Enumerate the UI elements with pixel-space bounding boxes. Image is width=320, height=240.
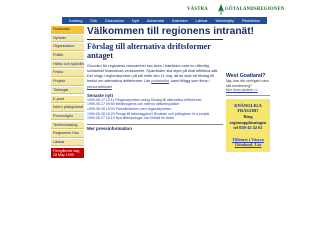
logo-text-left: VÄSTRA	[187, 7, 208, 12]
press-info-link[interactable]: Mer pressinformation	[87, 126, 223, 131]
sidebar: Startsidan Nyheter Organisation Politik …	[51, 26, 84, 159]
sidebar-item-telefonkatalog[interactable]: Telefonkatalog	[51, 121, 84, 130]
nav-lankar[interactable]: Länkar	[196, 18, 208, 23]
logo-emblem-icon	[218, 4, 224, 15]
sidebar-item-frisko[interactable]: Frisko	[51, 69, 84, 77]
sidebar-item-startsidan[interactable]: Startsidan	[51, 26, 84, 34]
sidebar-item-organisation[interactable]: Organisation	[51, 43, 84, 51]
previous-day-link[interactable]: Föregående dag 28 May 1999	[51, 147, 84, 159]
sidebar-item-intern-platsjournal[interactable]: Intern platsjournal	[51, 104, 84, 112]
sidebar-item-tidningar[interactable]: Tidningar	[51, 86, 84, 95]
sidebar-item-projekt[interactable]: Projekt	[51, 78, 84, 86]
contact-phone: tel 020-42 42 61	[233, 125, 263, 131]
top-navigation: Katalog Sök Diskussion Nytt Aviséndal Ka…	[62, 17, 267, 24]
right-divider	[226, 95, 270, 96]
logo-text-right: GÖTALANDSREGIONEN	[225, 7, 285, 12]
previous-day-date: 28 May 1999	[53, 152, 74, 157]
article-headline[interactable]: Förslag till alternativa driftsformer an…	[87, 42, 223, 61]
nav-webbhjalp[interactable]: Webbhjälp	[215, 18, 234, 23]
nav-avisendal[interactable]: Aviséndal	[147, 18, 164, 23]
sidebar-item-halso-sjukvard[interactable]: Hälso och sjukvård	[51, 60, 84, 69]
site-logo[interactable]: VÄSTRA GÖTALANDSREGIONEN	[185, 4, 284, 15]
sidebar-item-lankar[interactable]: Länkar	[51, 138, 84, 147]
nav-katalog[interactable]: Katalog	[69, 18, 83, 23]
sidebar-item-nyheter[interactable]: Nyheter	[51, 34, 84, 43]
news-item[interactable]: 1999-05-27 16:10 Nya tillämpningar och f…	[87, 116, 223, 121]
page-title: Välkommen till regionens intranät!	[87, 26, 254, 37]
personalblad-link[interactable]: personalbladet	[87, 85, 112, 89]
section-divider	[87, 123, 223, 125]
article-body: Grunden för regionens verksamhet ska äve…	[87, 64, 223, 90]
nav-redaktion[interactable]: Redaktion	[242, 18, 260, 23]
sidebar-item-regionens-hus[interactable]: Regionens Hus	[51, 130, 84, 138]
sidebar-item-e-post[interactable]: E-post	[51, 95, 84, 103]
region-link-2[interactable]: Götaland, Läs	[228, 142, 268, 148]
nav-sok[interactable]: Sök	[90, 18, 97, 23]
contact-box: KNÄNGLIGA FRÅGOR? Ring regionuppläsninge…	[226, 98, 270, 152]
nav-nytt[interactable]: Nytt	[132, 18, 139, 23]
title-divider	[87, 39, 223, 40]
article-body-text-2: , samt tillägg som finns i	[168, 79, 210, 84]
protocol-link[interactable]: protokollet	[151, 79, 169, 83]
nav-kalender[interactable]: Kalender	[172, 18, 188, 23]
right-column: West Goatland? Nja, kan det verkligen va…	[226, 73, 270, 152]
sidebar-item-politik[interactable]: Politik	[51, 52, 84, 60]
main-content: Välkommen till regionens intranät! Försl…	[87, 26, 254, 131]
nav-diskussion[interactable]: Diskussion	[105, 18, 124, 23]
sidebar-feature-link[interactable]: Mer finns anders >>	[226, 88, 270, 92]
sidebar-feature-text: Nja, kan det verkligen vara rätt benämni…	[226, 79, 269, 88]
sidebar-item-personligen[interactable]: Personligen	[51, 112, 84, 121]
